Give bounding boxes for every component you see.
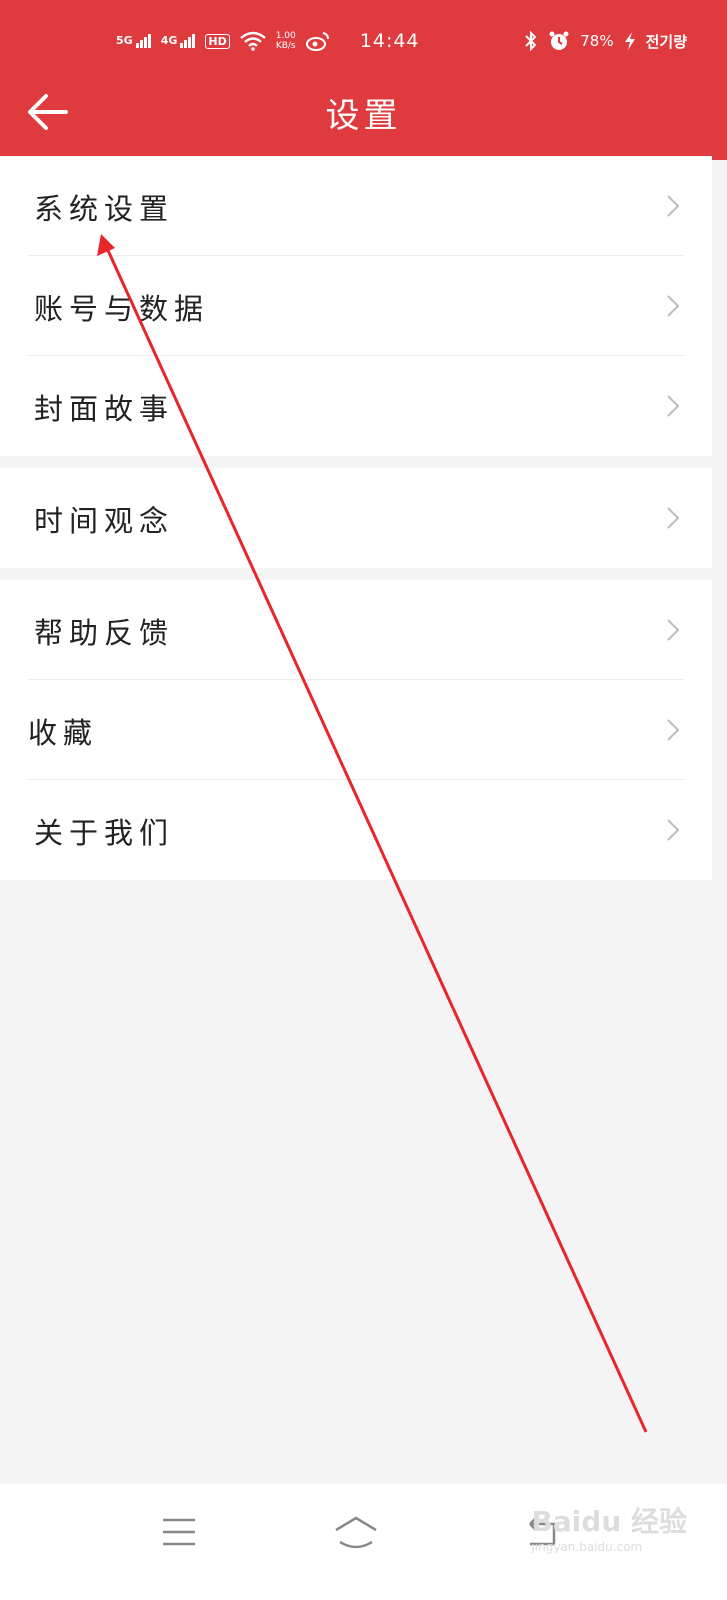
chevron-right-icon (667, 295, 680, 317)
list-item-label: 账号与数据 (34, 292, 210, 326)
list-item-about-us[interactable]: 关于我们 (0, 780, 712, 880)
signal-5g-icon: 5G (116, 34, 151, 48)
menu-icon[interactable] (155, 1508, 203, 1556)
carrier-label: 전기량 (645, 32, 687, 51)
home-icon[interactable] (332, 1508, 380, 1556)
list-item-label: 封面故事 (34, 392, 175, 426)
chevron-right-icon (667, 507, 680, 529)
list-item-account-data[interactable]: 账号与数据 (0, 256, 712, 356)
settings-group-1: 系统设置 账号与数据 封面故事 (0, 156, 712, 456)
status-bar: 5G 4G HD 1.00 KB/s 14:44 78% 전기량 (0, 26, 727, 60)
wifi-icon (239, 31, 266, 51)
alarm-icon (549, 31, 569, 50)
bluetooth-icon (525, 30, 537, 52)
speed-value: 1.00 (275, 31, 296, 41)
list-item-time-concept[interactable]: 时间观念 (0, 468, 712, 568)
list-item-label: 收藏 (28, 716, 99, 750)
network-type-label: 4G (160, 34, 178, 47)
chevron-right-icon (667, 819, 680, 841)
list-item-cover-story[interactable]: 封面故事 (0, 356, 712, 456)
list-item-favorites[interactable]: 收藏 (0, 680, 712, 780)
clock: 14:44 (359, 30, 420, 52)
settings-group-2: 时间观念 (0, 468, 712, 568)
weibo-icon (305, 32, 329, 51)
baidu-watermark: Baidu 经验 jingyan.baidu.com (531, 1500, 687, 1554)
chevron-right-icon (667, 719, 680, 741)
chevron-right-icon (667, 619, 680, 641)
list-item-label: 时间观念 (34, 504, 175, 538)
list-item-help-feedback[interactable]: 帮助反馈 (0, 580, 712, 680)
charging-icon (624, 32, 635, 50)
chevron-right-icon (667, 395, 680, 417)
page-title: 设置 (325, 96, 402, 136)
signal-4g-icon: 4G (161, 34, 196, 48)
watermark-brand: Baidu 经验 (531, 1505, 687, 1538)
app-header: 5G 4G HD 1.00 KB/s 14:44 78% 전기량 设置 (0, 0, 727, 160)
chevron-right-icon (667, 195, 680, 217)
list-item-label: 关于我们 (34, 816, 175, 850)
hd-voice-icon: HD (205, 33, 230, 49)
watermark-url: jingyan.baidu.com (531, 1540, 643, 1554)
list-item-system-settings[interactable]: 系统设置 (0, 156, 712, 256)
list-item-label: 帮助反馈 (34, 616, 175, 650)
network-speed: 1.00 KB/s (276, 31, 296, 51)
battery-percentage: 78% (580, 32, 614, 50)
settings-group-3: 帮助反馈 收藏 关于我们 (0, 580, 712, 880)
list-item-label: 系统设置 (34, 192, 175, 226)
speed-unit: KB/s (275, 41, 296, 51)
network-type-label: 5G (116, 34, 133, 47)
